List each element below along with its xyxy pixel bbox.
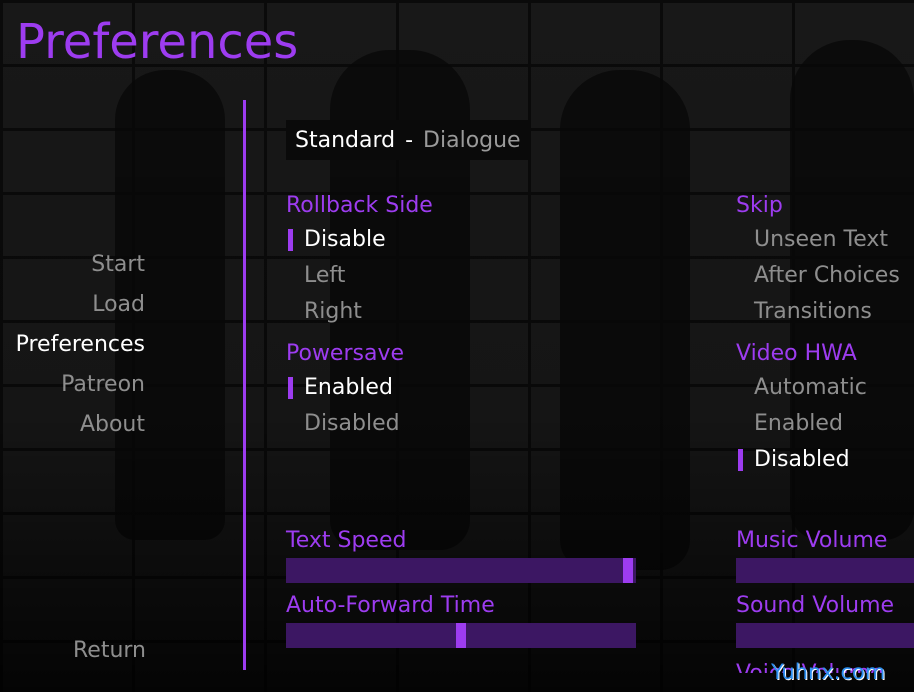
rollback-option-left[interactable]: Left — [286, 258, 433, 294]
nav-item-about[interactable]: About — [16, 405, 145, 445]
music-volume-label: Music Volume — [736, 528, 888, 553]
nav-item-start[interactable]: Start — [16, 245, 145, 285]
nav-item-preferences[interactable]: Preferences — [16, 325, 145, 365]
video-hwa-option-enabled[interactable]: Enabled — [736, 406, 867, 442]
skip-option-unseen-text[interactable]: Unseen Text — [736, 222, 900, 258]
main-nav: Start Load Preferences Patreon About — [16, 245, 145, 445]
powersave-title: Powersave — [286, 341, 405, 366]
preferences-tabs: Standard - Dialogue — [286, 120, 530, 160]
powersave-group: Powersave Enabled Disabled — [286, 338, 404, 442]
return-button[interactable]: Return — [73, 638, 146, 663]
tab-standard[interactable]: Standard — [295, 128, 395, 153]
auto-forward-label: Auto-Forward Time — [286, 593, 495, 618]
auto-forward-slider[interactable] — [286, 623, 636, 648]
powersave-option-disabled[interactable]: Disabled — [286, 406, 404, 442]
skip-group: Skip Unseen Text After Choices Transitio… — [736, 190, 900, 330]
nav-divider — [243, 100, 246, 670]
tab-separator: - — [405, 127, 414, 153]
video-hwa-option-automatic[interactable]: Automatic — [736, 370, 867, 406]
video-hwa-group: Video HWA Automatic Enabled Disabled — [736, 338, 867, 478]
text-speed-slider[interactable] — [286, 558, 636, 583]
nav-item-patreon[interactable]: Patreon — [16, 365, 145, 405]
rollback-option-disable[interactable]: Disable — [286, 222, 433, 258]
skip-option-after-choices[interactable]: After Choices — [736, 258, 900, 294]
sound-volume-label: Sound Volume — [736, 593, 895, 618]
music-volume-slider[interactable] — [736, 558, 914, 583]
page-title: Preferences — [16, 14, 299, 70]
skip-title: Skip — [736, 193, 783, 218]
watermark-text: Yuhnx.com — [771, 660, 886, 684]
rollback-option-right[interactable]: Right — [286, 294, 433, 330]
sound-volume-slider[interactable] — [736, 623, 914, 648]
rollback-side-title: Rollback Side — [286, 193, 433, 218]
video-hwa-title: Video HWA — [736, 341, 857, 366]
tab-dialogue[interactable]: Dialogue — [423, 128, 521, 153]
nav-item-load[interactable]: Load — [16, 285, 145, 325]
rollback-side-group: Rollback Side Disable Left Right — [286, 190, 433, 330]
powersave-option-enabled[interactable]: Enabled — [286, 370, 404, 406]
text-speed-thumb[interactable] — [623, 558, 633, 583]
video-hwa-option-disabled[interactable]: Disabled — [736, 442, 867, 478]
auto-forward-thumb[interactable] — [456, 623, 466, 648]
text-speed-label: Text Speed — [286, 528, 407, 553]
skip-option-transitions[interactable]: Transitions — [736, 294, 900, 330]
